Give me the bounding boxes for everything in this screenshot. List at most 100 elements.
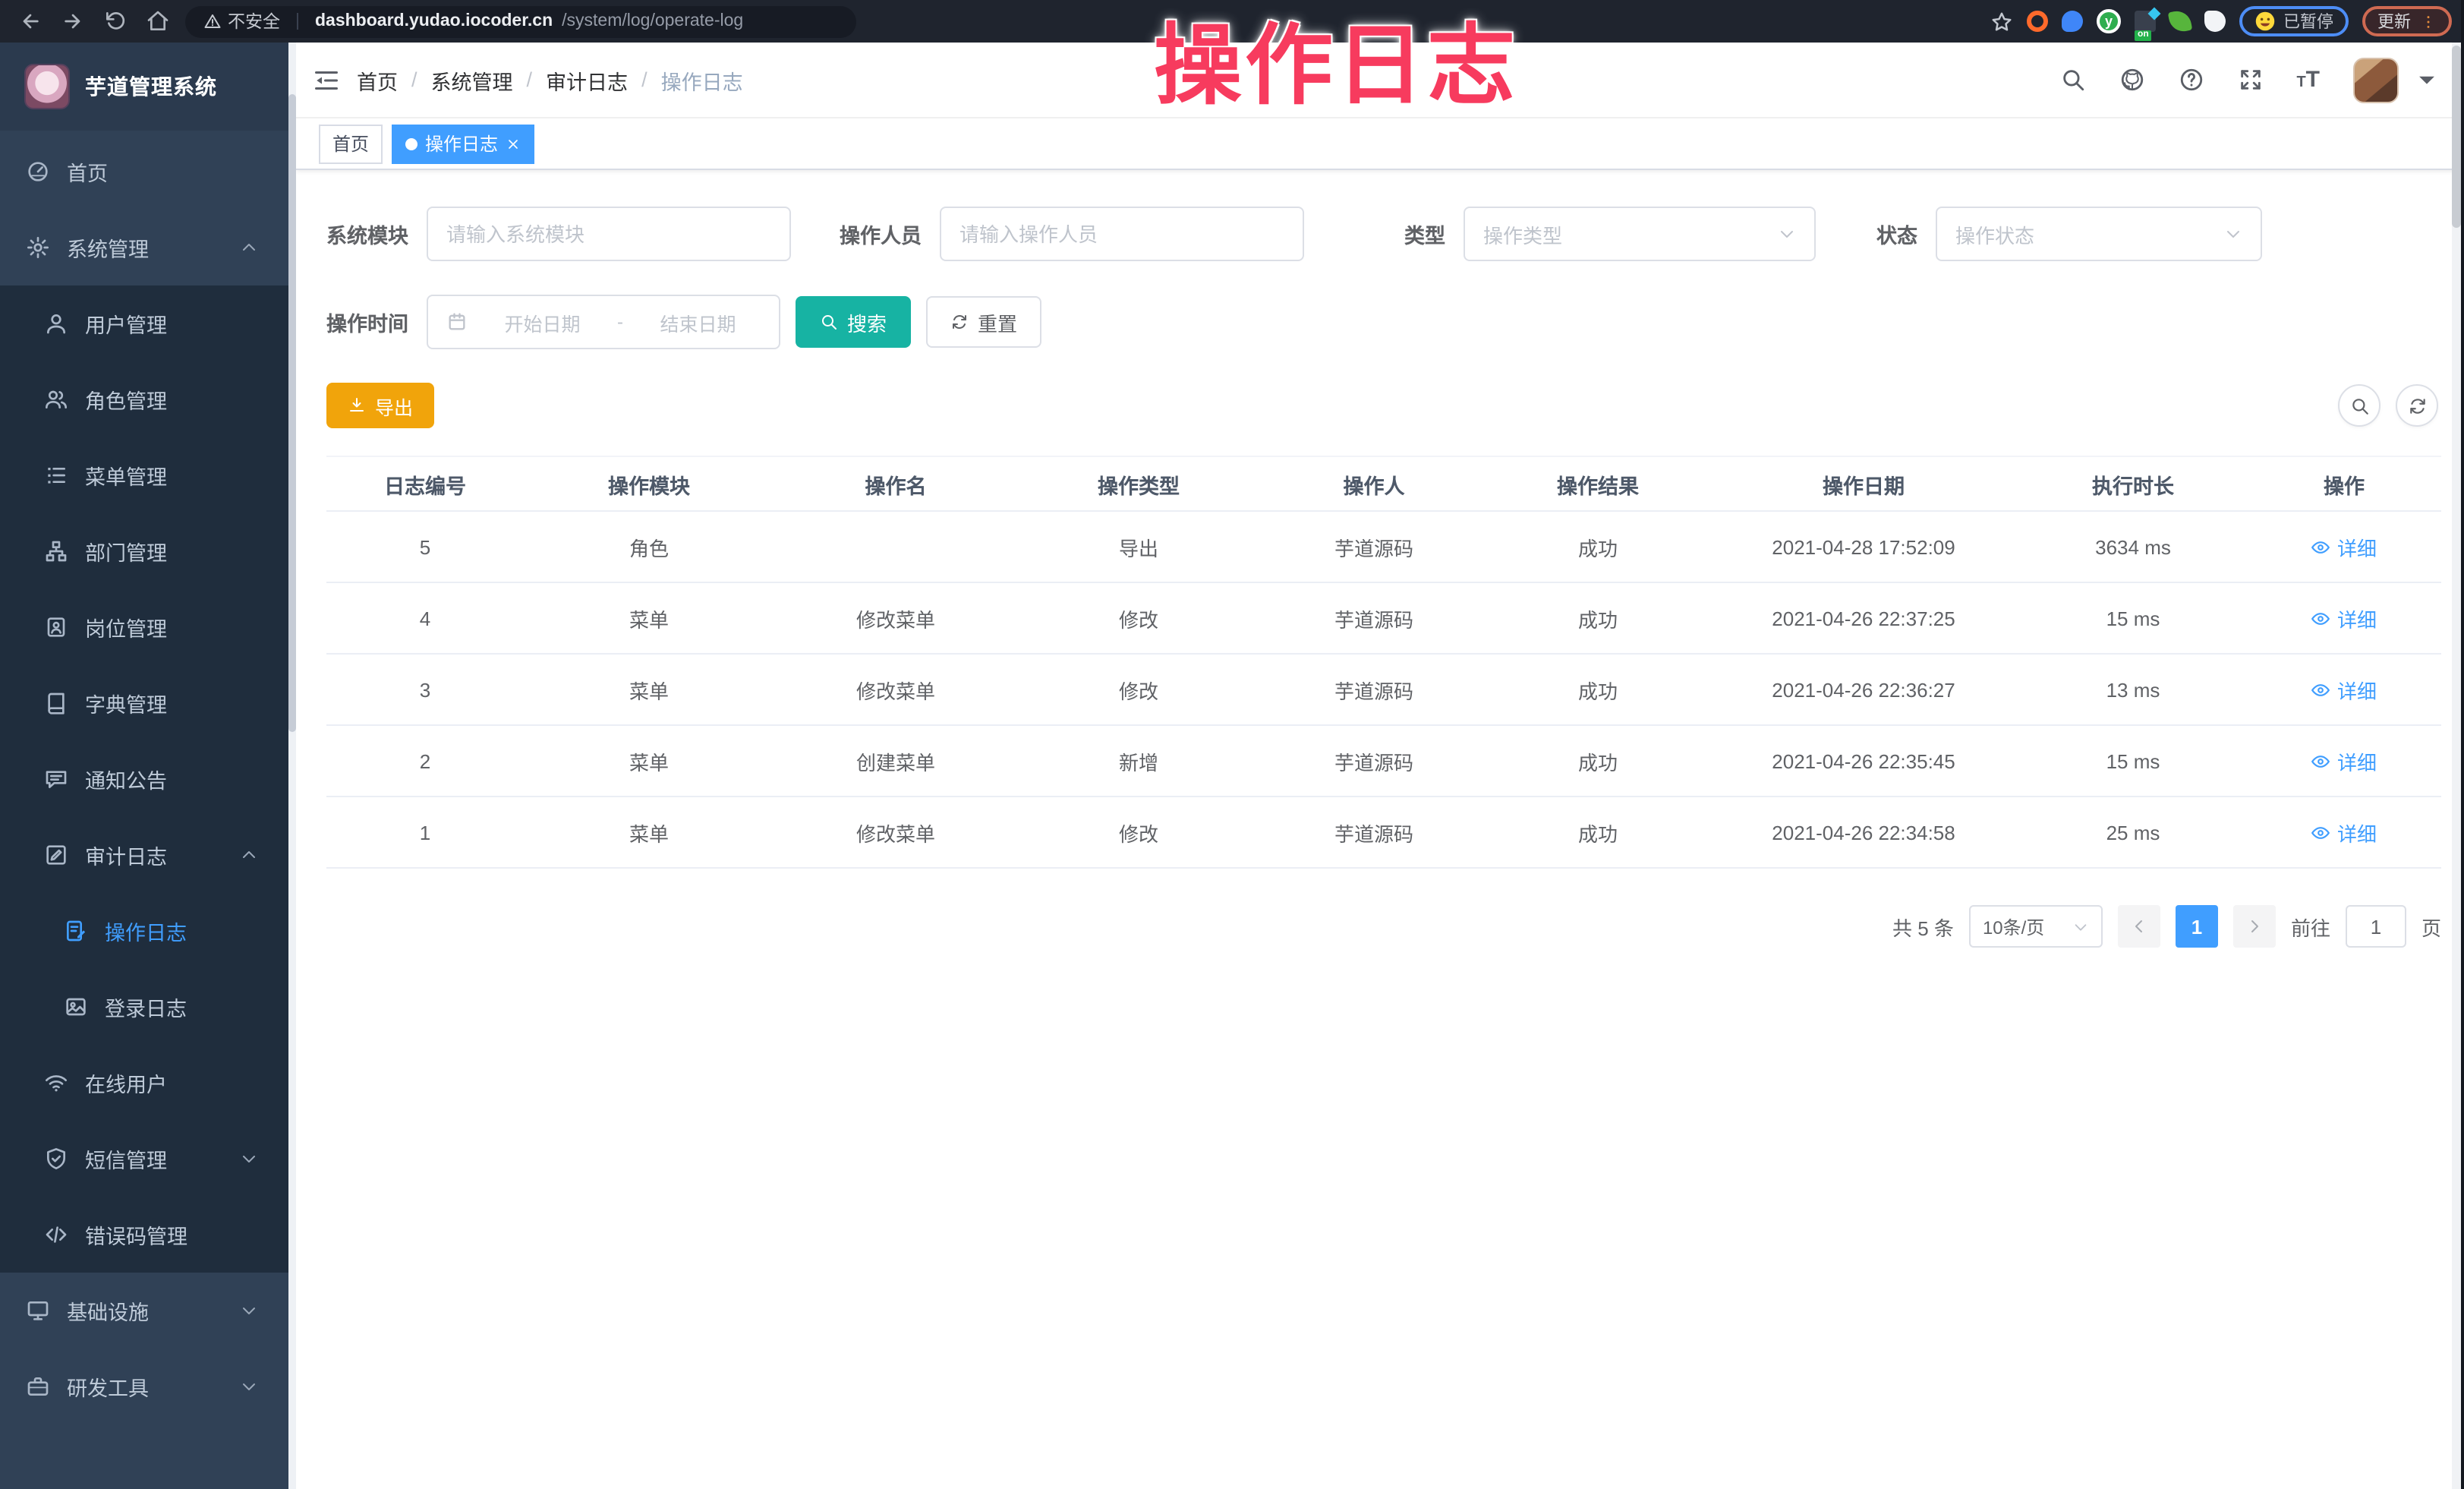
avatar-caret-icon[interactable] — [2414, 67, 2440, 93]
goto-page-input[interactable] — [2346, 905, 2406, 948]
profile-paused-pill[interactable]: 已暂停 — [2239, 6, 2349, 36]
browser-home-icon[interactable] — [146, 9, 170, 33]
online-user-icon — [44, 1071, 68, 1095]
extension-layers-icon[interactable]: on — [2135, 11, 2156, 32]
extension-icon[interactable] — [2027, 11, 2048, 32]
sidebar-item-menu-mgmt[interactable]: 菜单管理 — [0, 437, 296, 513]
export-button[interactable]: 导出 — [326, 383, 434, 428]
extension-y-icon[interactable]: y — [2097, 9, 2121, 33]
reset-button[interactable]: 重置 — [926, 296, 1041, 348]
sidebar-toggle-icon[interactable] — [296, 42, 357, 118]
sidebar-item-dev-tools[interactable]: 研发工具 — [0, 1349, 296, 1424]
refresh-table-button[interactable] — [2396, 384, 2438, 427]
sidebar-item-label: 菜单管理 — [85, 460, 167, 491]
detail-link[interactable]: 详细 — [2311, 675, 2377, 704]
status-label: 状态 — [1876, 219, 1917, 249]
sidebar-item-infrastructure[interactable]: 基础设施 — [0, 1273, 296, 1349]
sidebar-item-sms-mgmt[interactable]: 短信管理 — [0, 1121, 296, 1197]
reset-button-label: 重置 — [978, 308, 1017, 336]
cell-duration: 15 ms — [2019, 582, 2247, 654]
eye-icon — [2311, 822, 2331, 842]
detail-link[interactable]: 详细 — [2311, 604, 2377, 633]
page-scrollbar[interactable] — [2452, 43, 2461, 1489]
dashboard-icon — [26, 159, 50, 184]
tab-tag[interactable]: 首页 — [319, 124, 383, 163]
github-icon[interactable] — [2119, 67, 2144, 93]
font-size-icon[interactable]: TT — [2296, 67, 2320, 93]
start-date-placeholder: 开始日期 — [480, 308, 605, 336]
cell-module: 菜单 — [524, 582, 774, 654]
column-header: 操作类型 — [1017, 456, 1260, 511]
chevron-down-icon — [240, 1150, 258, 1168]
extensions-puzzle-icon[interactable] — [2204, 11, 2226, 32]
refresh-icon — [2407, 396, 2427, 415]
sidebar-item-audit-log[interactable]: 审计日志 — [0, 817, 296, 893]
breadcrumb-item[interactable]: 首页 — [357, 65, 398, 95]
table-header-row: 日志编号操作模块操作名操作类型操作人操作结果操作日期执行时长操作 — [326, 456, 2441, 511]
cell-action: 详细 — [2247, 582, 2441, 654]
page-number-current[interactable]: 1 — [2176, 905, 2218, 948]
sidebar-item-label: 首页 — [67, 156, 108, 187]
operator-input[interactable] — [959, 222, 1284, 245]
browser-reload-icon[interactable] — [103, 9, 128, 33]
table-toolbar: 导出 — [326, 383, 2441, 428]
breadcrumb-item[interactable]: 审计日志 — [546, 65, 628, 95]
sidebar-item-system-mgmt[interactable]: 系统管理 — [0, 210, 296, 285]
detail-link[interactable]: 详细 — [2311, 532, 2377, 561]
chevron-up-icon — [240, 846, 258, 864]
table-row: 3菜单修改菜单修改芋道源码成功2021-04-26 22:36:2713 ms详… — [326, 654, 2441, 725]
sidebar-item-notice[interactable]: 通知公告 — [0, 741, 296, 817]
cell-date: 2021-04-28 17:52:09 — [1708, 511, 2019, 582]
browser-update-button[interactable]: 更新 — [2362, 6, 2452, 36]
sidebar-logo-row[interactable]: 芋道管理系统 — [0, 43, 296, 131]
sidebar-item-error-code-mgmt[interactable]: 错误码管理 — [0, 1197, 296, 1273]
cell-date: 2021-04-26 22:34:58 — [1708, 797, 2019, 868]
search-icon — [820, 313, 838, 331]
header-search-icon[interactable] — [2059, 67, 2085, 93]
login-log-icon — [64, 995, 88, 1019]
sidebar-item-home[interactable]: 首页 — [0, 134, 296, 210]
extension-pin-icon[interactable] — [2062, 11, 2083, 32]
toggle-search-button[interactable] — [2338, 384, 2381, 427]
tab-active-tag[interactable]: 操作日志 — [392, 124, 534, 163]
sidebar-item-online-users[interactable]: 在线用户 — [0, 1045, 296, 1121]
sidebar-item-role-mgmt[interactable]: 角色管理 — [0, 361, 296, 437]
org-tree-icon — [44, 539, 68, 563]
fullscreen-icon[interactable] — [2237, 67, 2263, 93]
sidebar-item-user-mgmt[interactable]: 用户管理 — [0, 285, 296, 361]
next-page-button[interactable] — [2233, 905, 2276, 948]
bookmark-star-icon[interactable] — [1990, 10, 2013, 33]
sidebar-item-operate-log[interactable]: 操作日志 — [0, 893, 296, 969]
prev-page-button[interactable] — [2118, 905, 2160, 948]
browser-menu-icon[interactable] — [2420, 13, 2437, 30]
filter-row-1: 系统模块 操作人员 类型 操作类型 状态 操作状态 — [326, 207, 2441, 261]
module-input[interactable] — [446, 222, 771, 245]
sidebar-item-dept-mgmt[interactable]: 部门管理 — [0, 513, 296, 589]
search-button[interactable]: 搜索 — [796, 296, 911, 348]
sidebar-item-login-log[interactable]: 登录日志 — [0, 969, 296, 1045]
sidebar-item-post-mgmt[interactable]: 岗位管理 — [0, 589, 296, 665]
cell-result: 成功 — [1488, 797, 1708, 868]
user-avatar[interactable] — [2353, 57, 2399, 103]
browser-forward-icon[interactable] — [61, 9, 85, 33]
eye-icon — [2311, 751, 2331, 771]
browser-back-icon[interactable] — [18, 9, 43, 33]
sidebar-item-dict-mgmt[interactable]: 字典管理 — [0, 665, 296, 741]
help-icon[interactable] — [2178, 67, 2204, 93]
detail-link[interactable]: 详细 — [2311, 746, 2377, 775]
detail-link[interactable]: 详细 — [2311, 818, 2377, 847]
sidebar-scrollbar[interactable] — [288, 43, 296, 1489]
breadcrumb-item[interactable]: 系统管理 — [431, 65, 513, 95]
menu-list-icon — [44, 463, 68, 487]
not-secure-icon — [203, 12, 222, 30]
type-select[interactable]: 操作类型 — [1464, 207, 1816, 261]
page-size-select[interactable]: 10条/页 — [1969, 905, 2103, 948]
close-icon[interactable] — [506, 136, 521, 151]
chevron-down-icon — [240, 1301, 258, 1320]
extension-sprout-icon[interactable] — [2168, 9, 2192, 33]
status-select[interactable]: 操作状态 — [1936, 207, 2262, 261]
date-range-picker[interactable]: 开始日期 - 结束日期 — [427, 295, 780, 349]
address-bar[interactable]: 不安全 | dashboard.yudao.iocoder.cn/system/… — [185, 5, 856, 37]
app-title: 芋道管理系统 — [85, 71, 217, 102]
role-icon — [44, 387, 68, 412]
